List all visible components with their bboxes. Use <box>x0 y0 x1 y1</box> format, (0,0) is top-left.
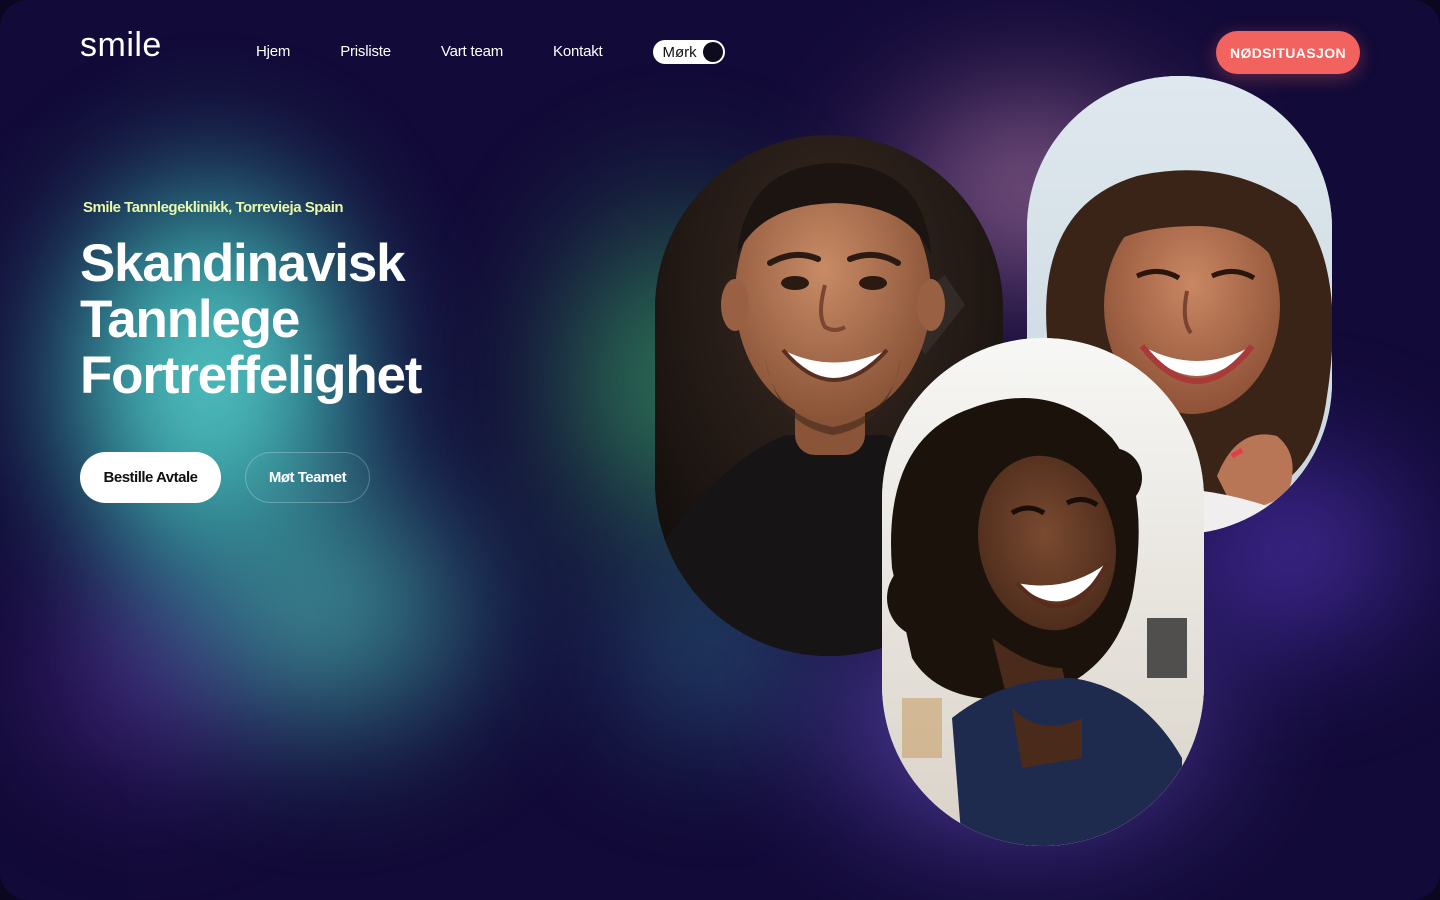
nav-link-price-list[interactable]: Prisliste <box>340 42 391 62</box>
theme-toggle[interactable]: Mørk <box>652 40 725 64</box>
theme-toggle-label: Mørk <box>662 43 697 61</box>
nav-link-contact[interactable]: Kontakt <box>553 42 603 62</box>
nav-link-home[interactable]: Hjem <box>256 42 290 62</box>
main-nav: Hjem Prisliste Vart team Kontakt Mørk <box>256 40 725 64</box>
portrait-woman-curly-illustration <box>882 338 1204 846</box>
nav-link-team[interactable]: Vart team <box>441 42 503 62</box>
hero-headline: Skandinavisk Tannlege Fortreffelighet <box>80 236 640 404</box>
landing-page: smile Hjem Prisliste Vart team Kontakt M… <box>0 0 1440 900</box>
book-appointment-button[interactable]: Bestille Avtale <box>80 452 221 503</box>
background-glow-violet <box>0 520 300 820</box>
meet-team-button[interactable]: Møt Teamet <box>245 452 370 503</box>
headline-line: Fortreffelighet <box>80 346 422 405</box>
clinic-location-eyebrow: Smile Tannlegeklinikk, Torrevieja Spain <box>83 199 344 216</box>
toggle-knob-icon <box>702 42 723 62</box>
brand-logo[interactable]: smile <box>80 26 162 65</box>
portrait-woman-curly <box>882 338 1204 846</box>
headline-line: Skandinavisk <box>80 234 406 293</box>
emergency-button[interactable]: NØDSITUASJON <box>1216 31 1360 74</box>
headline-line: Tannlege <box>80 290 300 349</box>
